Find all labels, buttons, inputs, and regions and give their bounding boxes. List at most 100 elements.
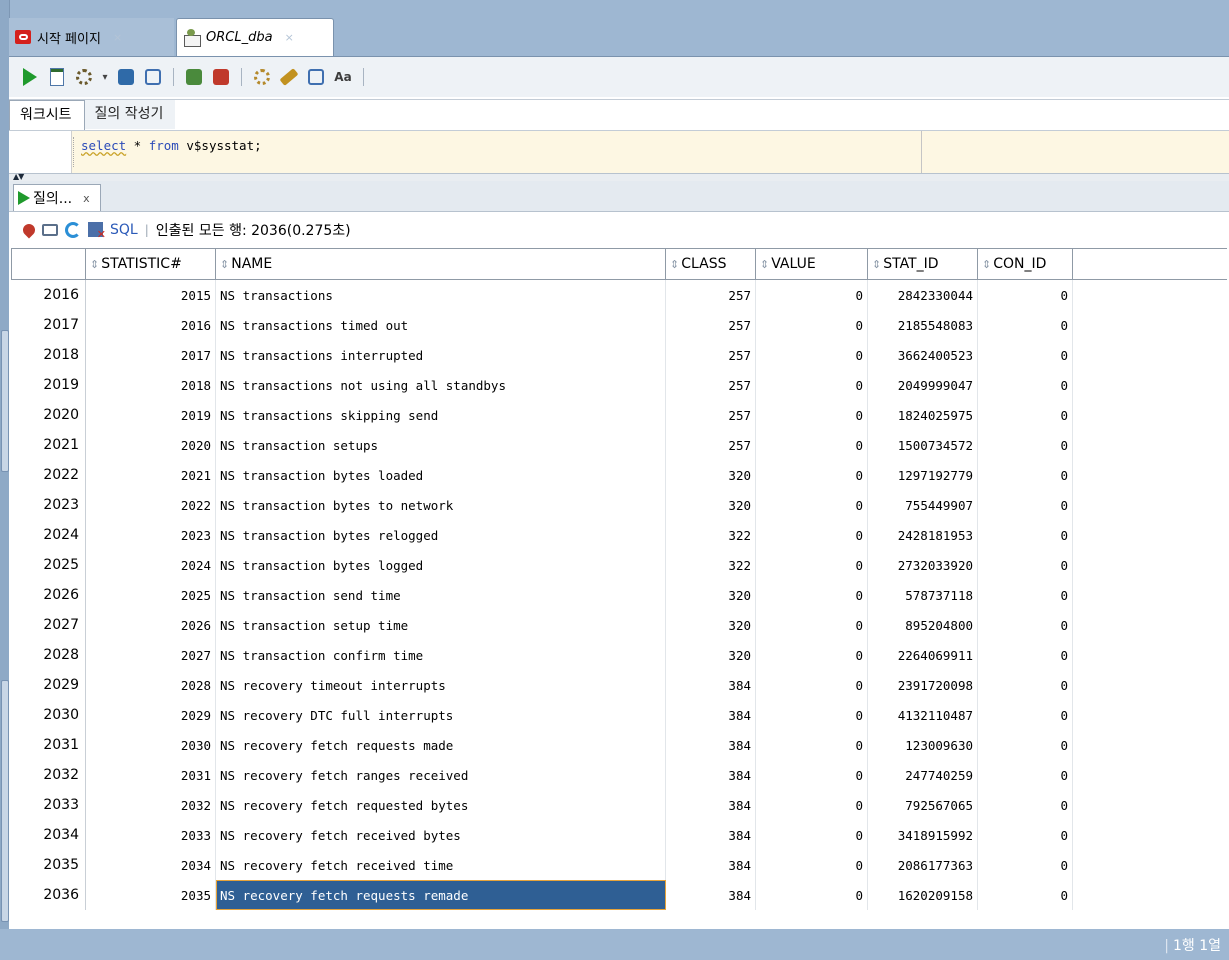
autotrace-button[interactable]	[73, 66, 95, 88]
table-row[interactable]: 2036 2035 NS recovery fetch requests remad…	[11, 880, 1228, 910]
cell-name[interactable]: NS recovery fetch received bytes	[215, 820, 666, 850]
cell-statistic[interactable]: 2033	[85, 820, 216, 850]
cell-con-id[interactable]: 0	[977, 550, 1073, 580]
clear-button[interactable]	[278, 66, 300, 88]
format-case-button[interactable]: Aa	[332, 66, 354, 88]
cell-value[interactable]: 0	[755, 490, 868, 520]
cell-statistic[interactable]: 2023	[85, 520, 216, 550]
tab-worksheet[interactable]: 워크시트	[9, 100, 85, 130]
cell-name[interactable]: NS transaction bytes to network	[215, 490, 666, 520]
cell-class[interactable]: 320	[665, 460, 756, 490]
cell-con-id[interactable]: 0	[977, 610, 1073, 640]
dock-handle[interactable]	[1, 330, 9, 472]
cell-name[interactable]: NS recovery fetch ranges received	[215, 760, 666, 790]
cell-statistic[interactable]: 2027	[85, 640, 216, 670]
cell-value[interactable]: 0	[755, 670, 868, 700]
cell-con-id[interactable]: 0	[977, 490, 1073, 520]
cell-value[interactable]: 0	[755, 700, 868, 730]
cell-stat-id[interactable]: 895204800	[867, 610, 978, 640]
cell-stat-id[interactable]: 2086177363	[867, 850, 978, 880]
cell-statistic[interactable]: 2017	[85, 340, 216, 370]
cell-statistic[interactable]: 2024	[85, 550, 216, 580]
cell-statistic[interactable]: 2016	[85, 310, 216, 340]
table-row[interactable]: 2030 2029 NS recovery DTC full interrupts 3…	[11, 700, 1228, 730]
cell-name[interactable]: NS recovery DTC full interrupts	[215, 700, 666, 730]
cell-value[interactable]: 0	[755, 310, 868, 340]
cell-value[interactable]: 0	[755, 880, 868, 910]
cell-statistic[interactable]: 2025	[85, 580, 216, 610]
table-row[interactable]: 2024 2023 NS transaction bytes relogged 322…	[11, 520, 1228, 550]
cell-value[interactable]: 0	[755, 730, 868, 760]
table-row[interactable]: 2035 2034 NS recovery fetch received time 3…	[11, 850, 1228, 880]
tab-query-result[interactable]: 질의... x	[13, 184, 101, 211]
close-icon[interactable]: ×	[113, 31, 122, 44]
cell-stat-id[interactable]: 2842330044	[867, 279, 978, 310]
column-header-statistic[interactable]: ⇕ STATISTIC#	[85, 248, 216, 280]
cell-con-id[interactable]: 0	[977, 310, 1073, 340]
cell-name[interactable]: NS transactions	[215, 279, 666, 310]
cell-class[interactable]: 320	[665, 490, 756, 520]
cell-stat-id[interactable]: 4132110487	[867, 700, 978, 730]
table-row[interactable]: 2026 2025 NS transaction send time 320 0 5787…	[11, 580, 1228, 610]
cell-con-id[interactable]: 0	[977, 760, 1073, 790]
cell-value[interactable]: 0	[755, 400, 868, 430]
cell-stat-id[interactable]: 2185548083	[867, 310, 978, 340]
cell-stat-id[interactable]: 1297192779	[867, 460, 978, 490]
sql-statement[interactable]: select * from v$sysstat;	[81, 138, 262, 153]
cell-class[interactable]: 384	[665, 820, 756, 850]
cell-stat-id[interactable]: 1500734572	[867, 430, 978, 460]
cell-value[interactable]: 0	[755, 370, 868, 400]
explain-plan-button[interactable]	[115, 66, 137, 88]
cell-con-id[interactable]: 0	[977, 460, 1073, 490]
cell-name[interactable]: NS recovery fetch requests remade	[215, 880, 666, 910]
cell-class[interactable]: 384	[665, 880, 756, 910]
cell-class[interactable]: 320	[665, 640, 756, 670]
cell-name[interactable]: NS transactions timed out	[215, 310, 666, 340]
table-row[interactable]: 2018 2017 NS transactions interrupted 257 0 3…	[11, 340, 1228, 370]
unshared-sql-button[interactable]	[251, 66, 273, 88]
cell-con-id[interactable]: 0	[977, 640, 1073, 670]
close-icon[interactable]: x	[83, 192, 90, 205]
cell-stat-id[interactable]: 1824025975	[867, 400, 978, 430]
cell-value[interactable]: 0	[755, 550, 868, 580]
table-row[interactable]: 2034 2033 NS recovery fetch received bytes…	[11, 820, 1228, 850]
cell-value[interactable]: 0	[755, 520, 868, 550]
cell-value[interactable]: 0	[755, 610, 868, 640]
cell-value[interactable]: 0	[755, 760, 868, 790]
cancel-query-icon[interactable]	[88, 222, 106, 241]
cell-name[interactable]: NS transactions not using all standbys	[215, 370, 666, 400]
close-icon[interactable]: ×	[285, 31, 294, 44]
refresh-icon[interactable]	[65, 221, 81, 238]
sql-link[interactable]: SQL	[110, 222, 138, 238]
cell-statistic[interactable]: 2022	[85, 490, 216, 520]
cell-con-id[interactable]: 0	[977, 279, 1073, 310]
cell-name[interactable]: NS recovery fetch requests made	[215, 730, 666, 760]
cell-value[interactable]: 0	[755, 580, 868, 610]
cell-class[interactable]: 257	[665, 310, 756, 340]
sql-editor[interactable]: select * from v$sysstat;	[9, 130, 1229, 174]
cell-value[interactable]: 0	[755, 790, 868, 820]
cell-stat-id[interactable]: 3662400523	[867, 340, 978, 370]
cell-value[interactable]: 0	[755, 640, 868, 670]
table-row[interactable]: 2033 2032 NS recovery fetch requested byte…	[11, 790, 1228, 820]
print-icon[interactable]	[42, 223, 58, 236]
cell-con-id[interactable]: 0	[977, 670, 1073, 700]
cell-con-id[interactable]: 0	[977, 340, 1073, 370]
cell-class[interactable]: 384	[665, 700, 756, 730]
cell-name[interactable]: NS transaction bytes relogged	[215, 520, 666, 550]
table-row[interactable]: 2016 2015 NS transactions 257 0 2842330044 0	[11, 279, 1228, 310]
cell-con-id[interactable]: 0	[977, 880, 1073, 910]
cell-name[interactable]: NS transactions skipping send	[215, 400, 666, 430]
cell-con-id[interactable]: 0	[977, 430, 1073, 460]
cell-class[interactable]: 322	[665, 520, 756, 550]
table-row[interactable]: 2025 2024 NS transaction bytes logged 322 0 2…	[11, 550, 1228, 580]
cell-class[interactable]: 320	[665, 610, 756, 640]
tab-start-page[interactable]: 시작 페이지 ×	[9, 18, 174, 56]
cell-statistic[interactable]: 2015	[85, 279, 216, 310]
cell-name[interactable]: NS transaction bytes logged	[215, 550, 666, 580]
cell-stat-id[interactable]: 2391720098	[867, 670, 978, 700]
cell-class[interactable]: 384	[665, 790, 756, 820]
cell-statistic[interactable]: 2026	[85, 610, 216, 640]
cell-con-id[interactable]: 0	[977, 730, 1073, 760]
cell-value[interactable]: 0	[755, 430, 868, 460]
